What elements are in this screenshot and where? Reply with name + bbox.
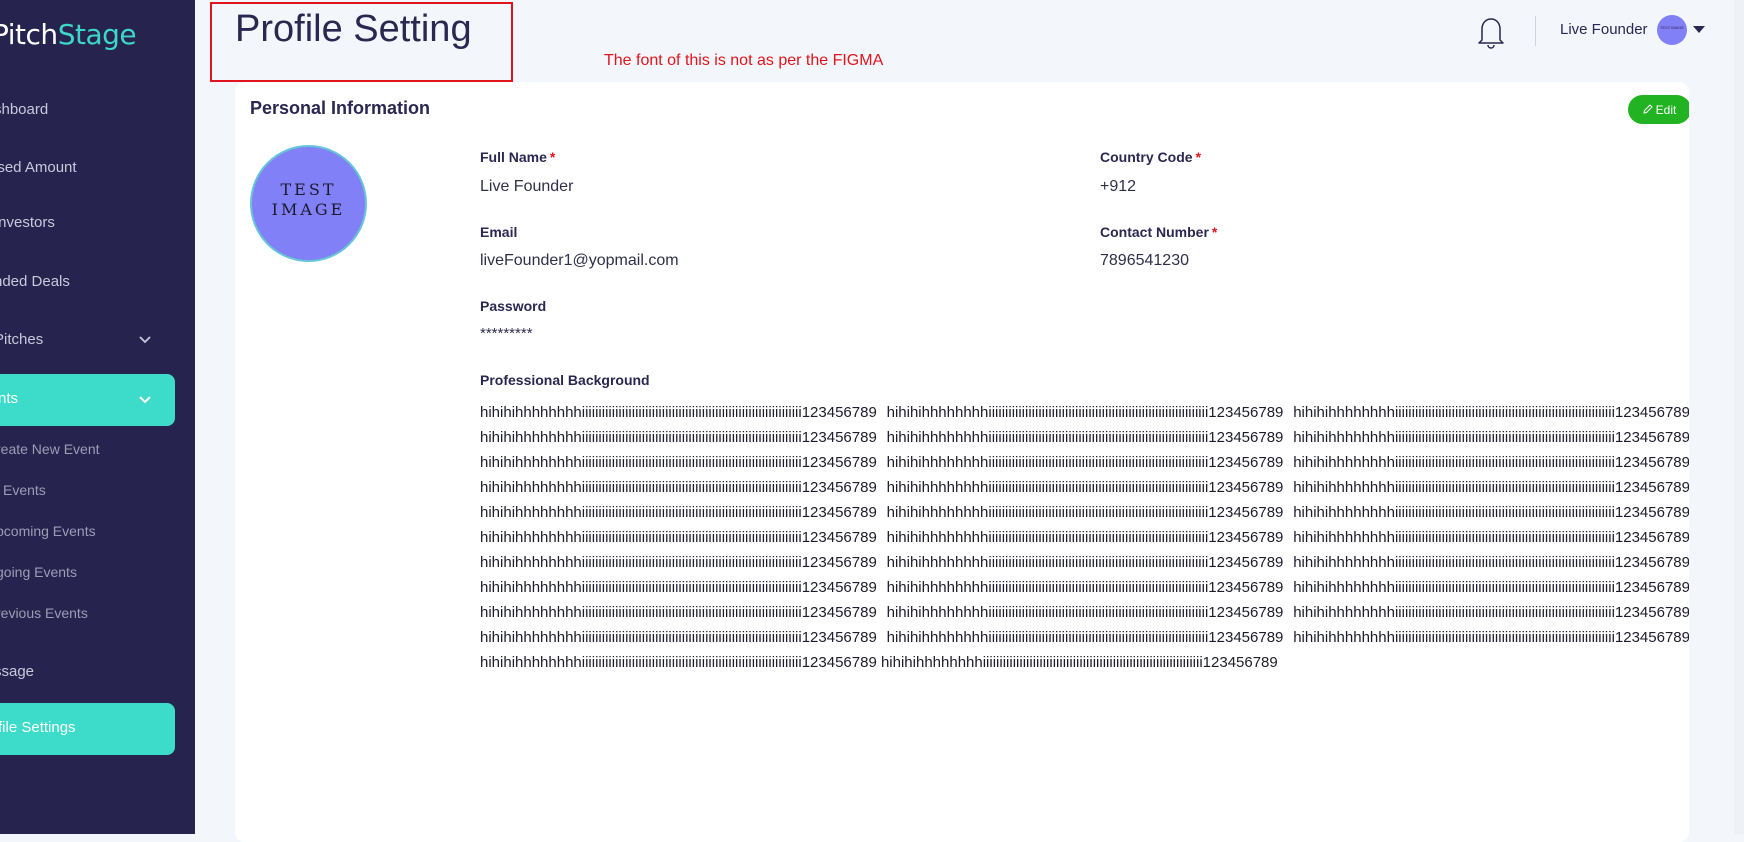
logo-main: itch xyxy=(7,18,58,51)
password-label: Password xyxy=(480,298,547,314)
review-annotation: The font of this is not as per the FIGMA xyxy=(604,52,884,69)
sidebar-subitem-create-new-event[interactable]: reate New Event xyxy=(0,441,100,457)
chevron-down-icon xyxy=(139,336,151,344)
sidebar-item-label: Investors xyxy=(0,214,55,231)
sidebar-subitem-previous-events[interactable]: revious Events xyxy=(0,605,88,621)
pencil-icon xyxy=(1643,103,1653,114)
sidebar-item-investors[interactable]: Investors xyxy=(0,211,195,235)
contact-number-label: Contact Number * xyxy=(1100,224,1218,240)
country-code-label: Country Code * xyxy=(1100,149,1202,165)
sidebar-item-raised-amount[interactable]: ised Amount xyxy=(0,156,195,180)
full-name-value: Live Founder xyxy=(480,178,574,195)
bell-icon[interactable] xyxy=(1474,14,1508,50)
email-value: liveFounder1@yopmail.com xyxy=(480,252,679,269)
sidebar-item-label: going Events xyxy=(0,564,77,580)
email-label: Email xyxy=(480,224,518,240)
edit-label: Edit xyxy=(1655,102,1677,117)
page-scrollbar[interactable] xyxy=(1734,0,1744,834)
sidebar-item-events[interactable]: nts xyxy=(0,374,175,426)
page-title: Profile Setting xyxy=(235,8,472,50)
header-divider xyxy=(1535,16,1536,46)
sidebar-item-message[interactable]: ssage xyxy=(0,660,195,684)
avatar-line-2: IMAGE xyxy=(271,200,346,219)
sidebar-item-label: reate New Event xyxy=(0,441,100,457)
professional-background-value: hihihihhhhhhhhiiiiiiiiiiiiiiiiiiiiiiiiii… xyxy=(480,404,1689,671)
sidebar-item-label: l Events xyxy=(0,482,46,498)
logo-lead: P xyxy=(0,18,8,51)
sidebar-item-label: file Settings xyxy=(0,719,76,736)
sidebar-item-label: revious Events xyxy=(0,605,88,621)
full-name-label: Full Name * xyxy=(480,149,556,165)
required-marker: * xyxy=(1195,149,1202,165)
sidebar-item-funded-deals[interactable]: nded Deals xyxy=(0,270,195,294)
sidebar-item-label: shboard xyxy=(0,101,49,118)
sidebar-item-dashboard[interactable]: shboard xyxy=(0,98,195,122)
logo-accent: Stage xyxy=(57,18,137,51)
sidebar-item-label: nts xyxy=(0,390,19,407)
sidebar-item-label: ssage xyxy=(0,663,35,680)
sidebar-item-label: pcoming Events xyxy=(0,523,96,539)
sidebar-subitem-ongoing-events[interactable]: going Events xyxy=(0,564,77,580)
sidebar-item-pitches[interactable]: Pitches xyxy=(0,328,195,352)
required-marker: * xyxy=(1211,224,1218,240)
sidebar-item-label: Pitches xyxy=(0,331,44,348)
country-code-value: +912 xyxy=(1100,178,1137,195)
avatar-line-1: TEST xyxy=(280,180,337,199)
chevron-down-icon xyxy=(139,396,151,404)
user-name[interactable]: Live Founder xyxy=(1560,21,1648,38)
sidebar-item-profile-settings[interactable]: file Settings xyxy=(0,703,175,755)
avatar[interactable]: TEST IMAGE xyxy=(1657,15,1687,45)
profile-avatar: TEST IMAGE xyxy=(250,145,367,262)
contact-number-value: 7896541230 xyxy=(1100,252,1189,269)
edit-button[interactable]: Edit xyxy=(1628,95,1689,124)
sidebar: PitchStage shboard ised Amount Investors… xyxy=(0,0,195,834)
sidebar-subitem-all-events[interactable]: l Events xyxy=(0,482,46,498)
password-value: ********* xyxy=(480,325,533,342)
professional-background-label: Professional Background xyxy=(480,372,650,388)
sidebar-item-label: nded Deals xyxy=(0,273,70,290)
personal-information-card: Personal Information Edit TEST IMAGE Ful… xyxy=(235,82,1689,842)
required-marker: * xyxy=(549,149,556,165)
sidebar-item-label: ised Amount xyxy=(0,159,77,176)
card-title: Personal Information xyxy=(250,98,431,118)
avatar-text: TEST IMAGE xyxy=(1659,25,1685,30)
brand-logo[interactable]: PitchStage xyxy=(0,18,137,51)
caret-down-icon[interactable] xyxy=(1693,26,1705,33)
sidebar-subitem-upcoming-events[interactable]: pcoming Events xyxy=(0,523,96,539)
